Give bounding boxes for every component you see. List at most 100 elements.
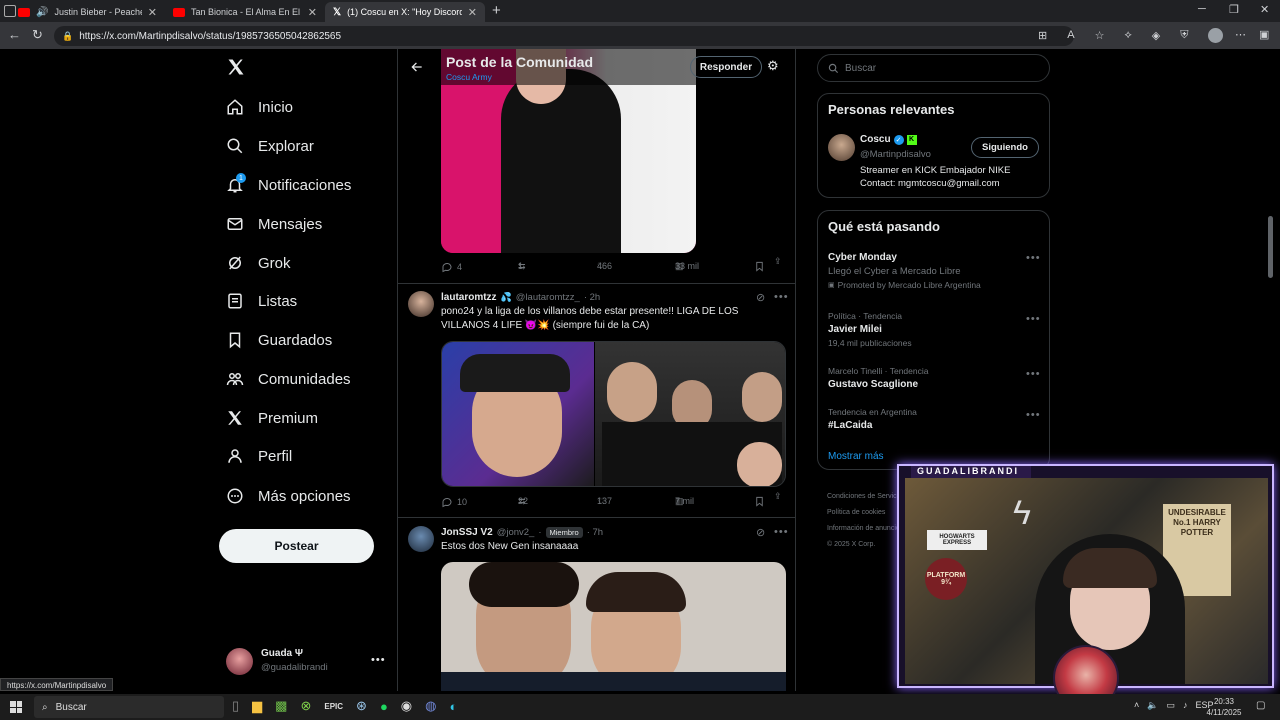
read-aloud-icon[interactable]: A (1067, 29, 1074, 42)
trend-item[interactable]: Política · Tendencia Javier Milei 19,4 m… (828, 311, 1041, 351)
shield-icon[interactable]: ⛨ (1180, 29, 1188, 42)
community-link[interactable]: Coscu Army (446, 72, 492, 82)
trend-more-icon[interactable]: ••• (1026, 409, 1041, 421)
address-bar[interactable]: 🔒 https://x.com/Martinpdisalvo/status/19… (54, 26, 1074, 46)
back-arrow-icon[interactable] (410, 60, 424, 74)
profile-avatar[interactable] (1208, 28, 1223, 43)
browser-tab-active[interactable]: 𝕏 (1) Coscu en X: "Hoy Discord con ✕ (325, 2, 485, 22)
volume-icon[interactable]: 🔊 (36, 7, 48, 18)
nav-item-mas-opciones[interactable]: Más opciones (226, 481, 351, 511)
views-action[interactable]: ▥ 7 mil (675, 496, 694, 507)
post-more-icon[interactable]: ••• (774, 291, 789, 303)
discord-icon[interactable]: ◍ (425, 698, 436, 714)
nav-item-explorar[interactable]: Explorar (226, 131, 314, 161)
speaker-icon[interactable]: 🔈 (1147, 700, 1158, 711)
trend-more-icon[interactable]: ••• (1026, 252, 1041, 264)
footer-link[interactable]: Información de anuncios (827, 521, 902, 537)
grok-icon[interactable]: ⊘ (756, 526, 765, 539)
clock[interactable]: 20:33 4/11/2025 (1200, 696, 1248, 718)
reply-button[interactable]: Responder (690, 56, 762, 78)
account-more-icon[interactable]: ••• (371, 654, 386, 666)
grok-icon[interactable]: ⊘ (756, 291, 765, 304)
close-window-icon[interactable]: ✕ (1260, 3, 1269, 16)
apps-icon[interactable]: ⊞ (1038, 29, 1047, 42)
post-video[interactable] (441, 562, 786, 691)
sidebar-toggle-icon[interactable]: ▣ (1259, 28, 1269, 41)
tray-chevron-icon[interactable]: ˄ (1134, 700, 1139, 711)
browser-tab[interactable]: Tan Bionica - El Alma En El Camin ✕ (165, 2, 325, 22)
post-image-grid[interactable] (441, 341, 786, 487)
avatar[interactable] (408, 291, 434, 317)
nav-item-listas[interactable]: Listas (226, 286, 297, 316)
epic-games-icon[interactable]: EPIC (324, 702, 343, 711)
nav-item-inicio[interactable]: Inicio (226, 92, 293, 122)
post-more-icon[interactable]: ••• (774, 526, 789, 538)
nav-item-mensajes[interactable]: Mensajes (226, 209, 322, 239)
following-button[interactable]: Siguiendo (971, 137, 1039, 158)
trend-more-icon[interactable]: ••• (1026, 368, 1041, 380)
person-name[interactable]: Coscu (860, 134, 891, 145)
post-time[interactable]: · 7h (587, 527, 603, 538)
back-icon[interactable]: ← (8, 27, 21, 42)
author-name[interactable]: lautaromtzz (441, 292, 497, 303)
x-logo-icon[interactable] (226, 57, 246, 77)
footer-link[interactable]: Política de cookies (827, 505, 902, 521)
obs-icon[interactable]: ◉ (401, 698, 412, 714)
close-tab-icon[interactable]: ✕ (148, 6, 157, 19)
trend-item[interactable]: Cyber Monday Llegó el Cyber a Mercado Li… (828, 252, 1041, 300)
menu-dots-icon[interactable]: ⋯ (1235, 28, 1246, 41)
trend-item[interactable]: Tendencia en Argentina #LaCaida ••• (828, 407, 1041, 437)
close-tab-icon[interactable]: ✕ (468, 6, 477, 19)
reply-action[interactable]: 4 (441, 261, 462, 273)
network-icon[interactable]: ▭ (1166, 700, 1175, 711)
browser-tab[interactable]: 🔊 Justin Bieber - Peaches ft. Da ✕ (10, 2, 165, 22)
person-handle[interactable]: @Martinpdisalvo (860, 149, 931, 160)
footer-link[interactable]: Condiciones de Servicio (827, 489, 902, 505)
show-more-link[interactable]: Mostrar más (828, 451, 884, 462)
xbox-icon[interactable]: ⊗ (300, 698, 311, 714)
avatar[interactable] (828, 134, 855, 161)
maximize-icon[interactable]: ❐ (1229, 3, 1239, 16)
trend-more-icon[interactable]: ••• (1026, 313, 1041, 325)
collections-icon[interactable]: ◈ (1152, 29, 1160, 42)
repost-action[interactable]: ⇆ 22 (518, 496, 528, 507)
nav-item-comunidades[interactable]: Comunidades (226, 364, 351, 394)
task-view-icon[interactable]: ▯ (232, 698, 239, 714)
author-name[interactable]: JonSSJ V2 (441, 527, 493, 538)
settings-sliders-icon[interactable]: ⚙ (767, 58, 779, 74)
bookmark-action[interactable] (754, 261, 765, 272)
edge-icon[interactable]: ◐ (449, 699, 457, 714)
repost-action[interactable]: ⇆ 1 (518, 261, 526, 272)
like-action[interactable]: ♡ 466 (597, 261, 612, 272)
steam-icon[interactable]: ⊛ (356, 698, 367, 714)
account-switcher[interactable]: Guada Ψ @guadalibrandi ••• (226, 646, 386, 678)
post-button[interactable]: Postear (219, 529, 374, 563)
spotify-icon[interactable]: ● (380, 699, 388, 714)
notifications-icon[interactable]: ▢ (1256, 700, 1265, 711)
nav-item-guardados[interactable]: Guardados (226, 325, 332, 355)
favorite-star-icon[interactable]: ☆ (1095, 29, 1105, 42)
trend-item[interactable]: Marcelo Tinelli · Tendencia Gustavo Scag… (828, 366, 1041, 396)
refresh-icon[interactable]: ↻ (32, 27, 43, 43)
like-action[interactable]: ♡ 137 (597, 496, 612, 507)
author-handle[interactable]: @lautaromtzz_ (516, 292, 580, 303)
reply-action[interactable]: 10 (441, 496, 467, 508)
page-scrollbar[interactable] (1268, 216, 1273, 278)
minimize-icon[interactable]: ─ (1198, 3, 1206, 15)
nav-item-premium[interactable]: Premium (226, 403, 318, 433)
views-action[interactable]: ▥ 33 mil (675, 261, 699, 272)
avatar[interactable] (408, 526, 434, 552)
volume-icon[interactable]: ♪ (1183, 700, 1188, 711)
search-input[interactable]: Buscar (817, 54, 1050, 82)
nav-item-grok[interactable]: Grok (226, 248, 291, 278)
author-handle[interactable]: @jonv2_ (497, 527, 535, 538)
close-tab-icon[interactable]: ✕ (308, 6, 317, 19)
nav-item-perfil[interactable]: Perfil (226, 441, 292, 471)
bookmark-action[interactable] (754, 496, 765, 507)
windows-start-icon[interactable] (10, 701, 22, 713)
new-tab-icon[interactable]: + (492, 2, 501, 19)
extensions-icon[interactable]: ⟡ (1124, 29, 1131, 42)
post-time[interactable]: · 2h (584, 292, 600, 303)
app-icon[interactable]: ▩ (275, 698, 287, 714)
file-explorer-icon[interactable]: ▆ (252, 698, 262, 714)
